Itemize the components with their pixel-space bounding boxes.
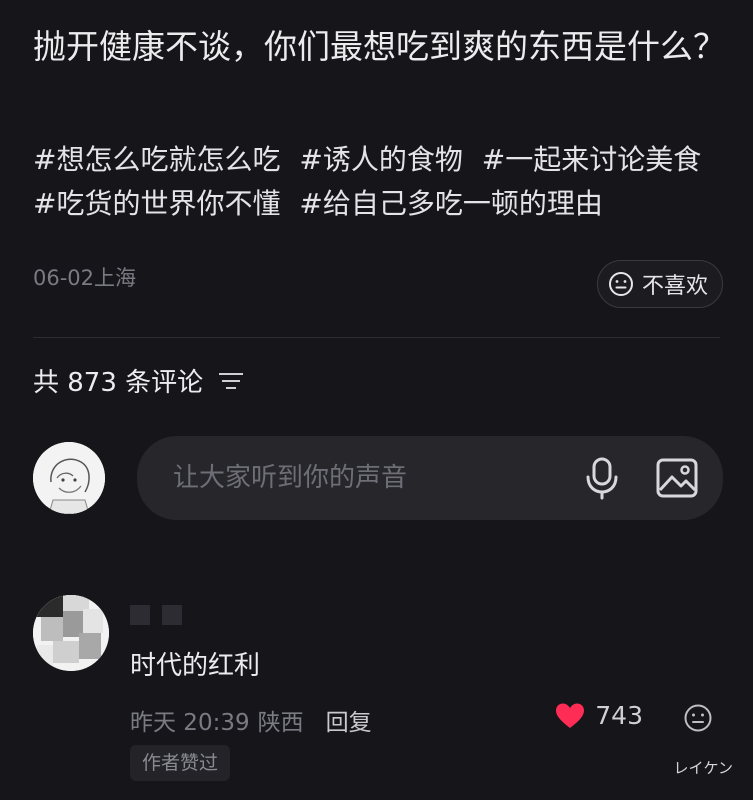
comment-item: 时代的红利 昨天 20:39 陕西 回复 743 作者赞过 — [33, 595, 723, 785]
tag-link[interactable]: #诱人的食物 — [299, 143, 462, 176]
comment-text: 时代的红利 — [130, 651, 261, 681]
pixelated-avatar-icon — [33, 595, 109, 671]
commenter-name-redacted[interactable] — [130, 605, 182, 625]
comment-location: 陕西 — [257, 710, 304, 736]
microphone-icon[interactable] — [581, 456, 623, 500]
comment-time: 昨天 20:39 — [130, 710, 250, 736]
reply-button[interactable]: 回复 — [326, 703, 372, 737]
neutral-face-icon[interactable] — [683, 703, 713, 733]
heart-icon — [556, 703, 585, 728]
comment-meta: 昨天 20:39 陕西 回复 — [130, 703, 372, 737]
watermark: レイケン — [673, 759, 733, 777]
divider — [33, 337, 720, 338]
tag-link[interactable]: #想怎么吃就怎么吃 — [33, 143, 280, 176]
neutral-face-icon — [608, 272, 633, 296]
comment-composer — [33, 436, 723, 520]
like-count: 743 — [595, 701, 643, 730]
post-title: 抛开健康不谈，你们最想吃到爽的东西是什么？ — [33, 27, 726, 66]
post-date-location: 06-02上海 — [33, 266, 137, 290]
tag-link[interactable]: #一起来讨论美食 — [482, 143, 701, 176]
comment-input-box — [137, 436, 723, 520]
dislike-button[interactable]: 不喜欢 — [596, 260, 723, 308]
comment-count: 共 873 条评论 — [33, 368, 204, 398]
tag-link[interactable]: #给自己多吃一顿的理由 — [299, 187, 602, 220]
post-meta-row: 06-02上海 不喜欢 — [33, 260, 723, 308]
author-liked-badge: 作者赞过 — [130, 745, 231, 781]
dislike-label: 不喜欢 — [641, 274, 708, 299]
comment-input[interactable] — [171, 462, 555, 494]
avatar[interactable] — [33, 595, 109, 671]
sketch-avatar-icon — [33, 442, 105, 514]
tag-link[interactable]: #吃货的世界你不懂 — [33, 187, 280, 220]
image-icon[interactable] — [655, 456, 699, 500]
like-button[interactable]: 743 — [555, 701, 643, 730]
post-tags: #想怎么吃就怎么吃 #诱人的食物 #一起来讨论美食 #吃货的世界你不懂 #给自己… — [33, 138, 733, 226]
comments-header: 共 873 条评论 — [33, 362, 245, 399]
avatar[interactable] — [33, 442, 105, 514]
sort-icon[interactable] — [217, 370, 245, 392]
